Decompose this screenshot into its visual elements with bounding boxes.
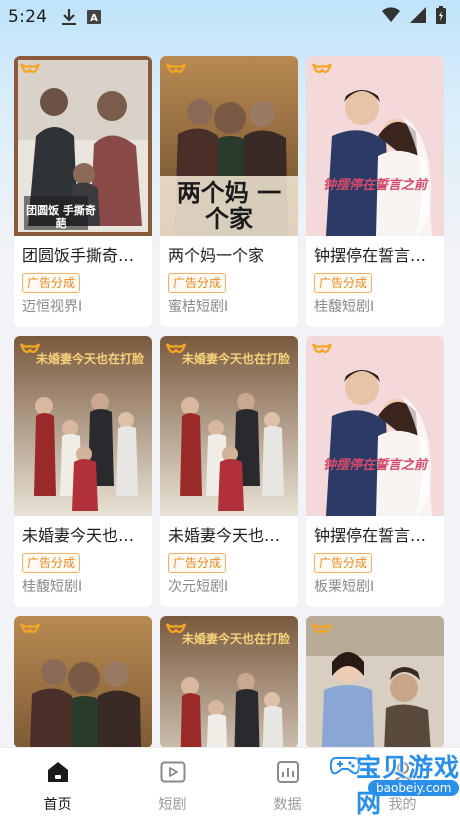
- poster-caption: 未婚妻今天也在打脸: [35, 352, 144, 366]
- play-icon: [160, 760, 186, 788]
- drama-card[interactable]: [306, 616, 444, 748]
- poster-caption: 钟摆停在誓言之前: [322, 458, 427, 473]
- ad-share-tag: 广告分成: [22, 553, 81, 573]
- drama-card[interactable]: 未婚妻今天也在打脸: [160, 616, 298, 748]
- studio-name: 桂馥短剧I: [314, 299, 375, 315]
- studio-name: 次元短剧I: [168, 579, 229, 595]
- tab-label: 数据: [273, 797, 302, 813]
- poster-caption: 两个妈 一个家: [176, 178, 282, 233]
- drama-poster[interactable]: 钟摆停在誓言之前: [306, 336, 444, 516]
- poster-caption: 团圆饭 手撕奇葩: [26, 204, 96, 230]
- drama-poster[interactable]: 未婚妻今天也在打脸: [14, 336, 152, 516]
- drama-poster[interactable]: [14, 616, 152, 748]
- drama-card[interactable]: 未婚妻今天也在打脸 未婚妻今天也… 广告分成 次元短剧I: [160, 336, 298, 607]
- tab-label: 首页: [43, 797, 72, 813]
- drama-poster[interactable]: 钟摆停在誓言之前: [306, 56, 444, 236]
- tab-drama[interactable]: 短剧: [115, 748, 230, 817]
- svg-text:A: A: [91, 13, 99, 24]
- studio-name: 迈恒视界I: [22, 299, 83, 315]
- poster-caption: 钟摆停在誓言之前: [322, 178, 427, 193]
- battery-icon: [436, 5, 446, 29]
- drama-title: 两个妈一个家: [168, 246, 265, 265]
- signal-icon: [410, 6, 426, 28]
- brand-logo-icon: [20, 62, 40, 78]
- drama-card[interactable]: 团圆饭 手撕奇葩 团圆饭手撕奇… 广告分成 迈恒视界I: [14, 56, 152, 327]
- studio-name: 蜜桔短剧I: [168, 299, 229, 315]
- studio-name: 板栗短剧I: [314, 579, 375, 595]
- site-watermark: 宝贝游戏网 baobeiy.com: [320, 748, 460, 817]
- drama-grid: 团圆饭 手撕奇葩 团圆饭手撕奇… 广告分成 迈恒视界I 两个妈 一个家 两个妈一…: [14, 56, 446, 748]
- ad-share-tag: 广告分成: [314, 553, 373, 573]
- drama-poster[interactable]: 未婚妻今天也在打脸: [160, 616, 298, 748]
- ad-share-tag: 广告分成: [314, 273, 373, 293]
- drama-title: 钟摆停在誓言…: [314, 246, 427, 265]
- poster-caption: 未婚妻今天也在打脸: [181, 632, 290, 646]
- wifi-icon: [382, 6, 400, 28]
- ad-share-tag: 广告分成: [168, 553, 227, 573]
- poster-caption: 未婚妻今天也在打脸: [181, 352, 290, 366]
- drama-title: 团圆饭手撕奇…: [22, 246, 135, 265]
- home-icon: [46, 760, 70, 788]
- drama-card[interactable]: 钟摆停在誓言之前 钟摆停在誓言… 广告分成 板栗短剧I: [306, 336, 444, 607]
- download-icon: [61, 8, 77, 26]
- tab-label: 短剧: [158, 797, 187, 813]
- drama-poster[interactable]: 未婚妻今天也在打脸: [160, 336, 298, 516]
- drama-poster[interactable]: [306, 616, 444, 748]
- drama-title: 钟摆停在誓言…: [314, 526, 427, 545]
- chart-icon: [276, 760, 300, 788]
- brand-logo-icon: [166, 62, 186, 78]
- watermark-url: baobeiy.com: [368, 780, 460, 796]
- drama-title: 未婚妻今天也…: [168, 526, 281, 545]
- brand-logo-icon: [20, 622, 40, 638]
- drama-poster[interactable]: 团圆饭 手撕奇葩: [14, 56, 152, 236]
- drama-card[interactable]: 钟摆停在誓言之前 钟摆停在誓言… 广告分成 桂馥短剧I: [306, 56, 444, 327]
- ad-share-tag: 广告分成: [168, 273, 227, 293]
- drama-title: 未婚妻今天也…: [22, 526, 135, 545]
- drama-card[interactable]: 未婚妻今天也在打脸 未婚妻今天也… 广告分成 桂馥短剧I: [14, 336, 152, 607]
- drama-card[interactable]: [14, 616, 152, 748]
- brand-logo-icon: [312, 62, 332, 78]
- ad-share-tag: 广告分成: [22, 273, 81, 293]
- brand-logo-icon: [312, 342, 332, 358]
- brand-logo-icon: [312, 622, 332, 638]
- status-time: 5:24: [8, 7, 48, 27]
- status-bar: 5:24 A: [0, 0, 460, 34]
- tab-home[interactable]: 首页: [0, 748, 115, 817]
- drama-card[interactable]: 两个妈 一个家 两个妈一个家 广告分成 蜜桔短剧I: [160, 56, 298, 327]
- a-badge-icon: A: [87, 10, 102, 24]
- studio-name: 桂馥短剧I: [22, 579, 83, 595]
- drama-poster[interactable]: 两个妈 一个家: [160, 56, 298, 236]
